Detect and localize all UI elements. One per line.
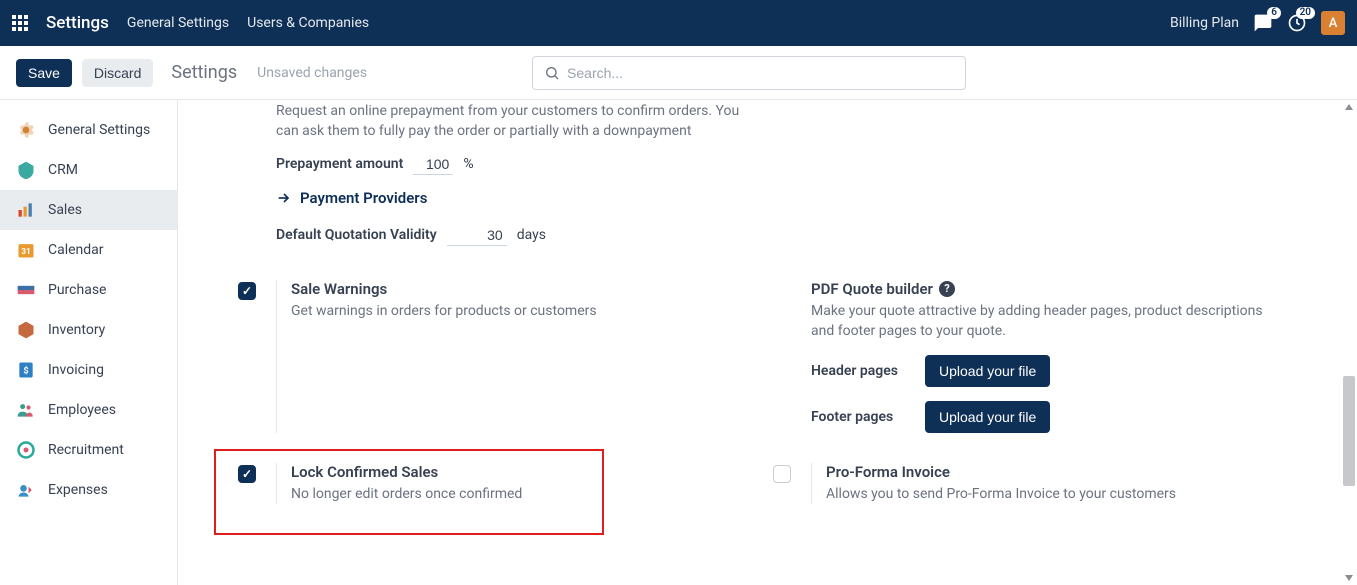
sale-warnings-desc: Get warnings in orders for products or c… [291,301,753,321]
purchase-icon [16,280,36,300]
activity-icon[interactable]: 20 [1287,13,1307,33]
sidebar-item-purchase[interactable]: Purchase [0,270,177,310]
upload-footer-button[interactable]: Upload your file [925,401,1050,433]
sidebar-item-label: CRM [48,162,78,178]
lock-confirmed-checkbox[interactable] [238,465,256,483]
sidebar-item-inventory[interactable]: Inventory [0,310,177,350]
settings-content[interactable]: Request an online prepayment from your c… [178,100,1357,585]
expenses-icon [16,480,36,500]
sidebar-item-label: Invoicing [48,362,104,378]
upload-header-button[interactable]: Upload your file [925,355,1050,387]
save-button[interactable]: Save [16,59,72,87]
arrow-right-icon [276,190,292,206]
sidebar-item-employees[interactable]: Employees [0,390,177,430]
svg-text:31: 31 [21,247,31,257]
sidebar-item-label: Calendar [48,242,104,258]
sidebar-item-calendar[interactable]: 31 Calendar [0,230,177,270]
sale-warnings-title: Sale Warnings [291,280,753,298]
footer-pages-label: Footer pages [811,409,911,425]
breadcrumb: Settings [171,62,237,83]
sidebar-item-general-settings[interactable]: General Settings [0,110,177,150]
top-nav: Settings General Settings Users & Compan… [0,0,1357,46]
search-input[interactable] [532,56,966,90]
sidebar-item-expenses[interactable]: Expenses [0,470,177,510]
recruitment-icon [16,440,36,460]
crm-icon [16,160,36,180]
prepayment-amount-input[interactable] [413,154,453,175]
sidebar-item-label: Purchase [48,282,106,298]
inventory-icon [16,320,36,340]
sales-icon [16,200,36,220]
help-icon[interactable]: ? [939,281,955,297]
proforma-desc: Allows you to send Pro-Forma Invoice to … [826,484,1288,504]
default-validity-label: Default Quotation Validity [276,227,437,243]
sidebar-item-crm[interactable]: CRM [0,150,177,190]
pdf-quote-desc: Make your quote attractive by adding hea… [811,301,1288,342]
scrollbar-thumb[interactable] [1343,376,1355,486]
prepayment-amount-unit: % [463,156,473,172]
sidebar-item-invoicing[interactable]: $ Invoicing [0,350,177,390]
sidebar-item-sales[interactable]: Sales [0,190,177,230]
sidebar-item-label: Expenses [48,482,108,498]
header-pages-label: Header pages [811,363,911,379]
gear-icon [16,120,36,140]
sidebar-item-label: General Settings [48,122,150,138]
billing-plan-link[interactable]: Billing Plan [1170,15,1239,31]
lock-confirmed-title: Lock Confirmed Sales [291,463,753,481]
unsaved-changes-label: Unsaved changes [257,65,367,81]
prepayment-amount-label: Prepayment amount [276,156,403,172]
sidebar-item-label: Recruitment [48,442,124,458]
scroll-down-arrow[interactable] [1345,575,1353,581]
activity-badge: 20 [1296,7,1315,19]
discard-button[interactable]: Discard [82,59,153,87]
control-bar: Save Discard Settings Unsaved changes [0,46,1357,100]
messages-badge: 6 [1267,7,1281,19]
svg-text:$: $ [23,365,28,376]
lock-confirmed-desc: No longer edit orders once confirmed [291,484,753,504]
proforma-title: Pro-Forma Invoice [826,463,1288,481]
sale-warnings-checkbox[interactable] [238,282,256,300]
avatar[interactable]: A [1321,11,1345,35]
default-validity-unit: days [517,227,546,243]
apps-icon[interactable] [12,15,28,31]
pdf-quote-title: PDF Quote builder [811,280,933,298]
nav-link-users-companies[interactable]: Users & Companies [247,15,369,31]
default-validity-input[interactable] [447,225,507,246]
search-icon [544,65,560,81]
sidebar: General Settings CRM Sales 31 Calendar P… [0,100,178,585]
employees-icon [16,400,36,420]
prepayment-desc: Request an online prepayment from your c… [276,101,742,142]
scroll-up-arrow[interactable] [1345,104,1353,110]
sidebar-item-label: Inventory [48,322,105,338]
calendar-icon: 31 [16,240,36,260]
invoicing-icon: $ [16,360,36,380]
nav-link-general-settings[interactable]: General Settings [127,15,229,31]
proforma-checkbox[interactable] [773,465,791,483]
sidebar-item-label: Sales [48,202,82,218]
payment-providers-link[interactable]: Payment Providers [276,189,742,207]
app-title[interactable]: Settings [46,13,109,33]
sidebar-item-recruitment[interactable]: Recruitment [0,430,177,470]
messages-icon[interactable]: 6 [1253,13,1273,33]
sidebar-item-label: Employees [48,402,116,418]
